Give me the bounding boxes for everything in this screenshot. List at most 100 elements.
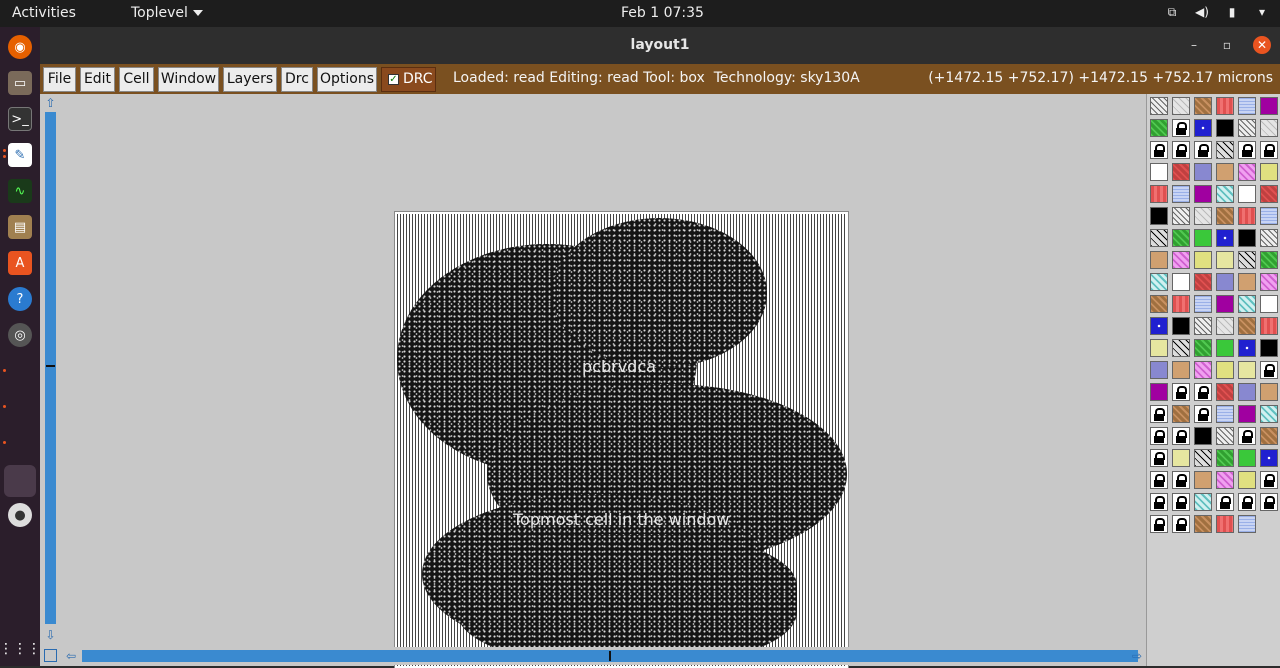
layer-swatch[interactable] [1216,163,1234,181]
layer-swatch[interactable] [1260,383,1278,401]
activities-button[interactable]: Activities [12,5,76,21]
maximize-icon[interactable]: ▫ [1218,36,1236,54]
layer-swatch[interactable] [1260,163,1278,181]
layer-swatch[interactable] [1238,97,1256,115]
layer-swatch[interactable] [1194,295,1212,313]
layer-swatch[interactable] [1194,339,1212,357]
layer-swatch[interactable] [1238,317,1256,335]
cell-layout[interactable]: pcbrvdca Topmost cell in the window [394,211,849,668]
layer-swatch[interactable] [1216,449,1234,467]
layer-swatch[interactable] [1194,493,1212,511]
menu-options[interactable]: Options [317,67,377,92]
layer-swatch[interactable] [1150,207,1168,225]
layer-swatch[interactable] [1216,317,1234,335]
layer-swatch[interactable] [1194,163,1212,181]
layer-swatch[interactable] [1238,273,1256,291]
layer-swatch[interactable] [1238,361,1256,379]
layer-swatch[interactable] [1172,449,1190,467]
files-icon[interactable]: ▭ [8,71,32,95]
layer-swatch[interactable] [1172,339,1190,357]
layer-swatch[interactable] [1238,185,1256,203]
lock-icon[interactable] [1150,427,1168,445]
network-icon[interactable]: ⧉ [1164,4,1180,20]
layer-swatch[interactable] [1172,229,1190,247]
layer-swatch[interactable] [1172,185,1190,203]
vertical-scrollbar[interactable]: ⇧ ⇩ [42,94,59,647]
layer-swatch[interactable] [1238,449,1256,467]
lock-icon[interactable] [1172,515,1190,533]
layer-swatch[interactable] [1150,97,1168,115]
close-icon[interactable]: ✕ [1253,36,1271,54]
layer-swatch[interactable] [1194,449,1212,467]
lock-icon[interactable] [1172,383,1190,401]
system-tray[interactable]: ⧉ ◀) ▮ ▾ [1164,4,1270,20]
text-editor-icon[interactable]: ✎ [8,143,32,167]
layer-swatch[interactable] [1194,515,1212,533]
lock-icon[interactable] [1172,471,1190,489]
layer-swatch[interactable] [1150,229,1168,247]
layer-swatch[interactable] [1260,97,1278,115]
layer-swatch[interactable] [1238,251,1256,269]
lock-icon[interactable] [1260,471,1278,489]
lock-icon[interactable] [1194,383,1212,401]
horizontal-scroll-thumb[interactable] [609,651,611,661]
layer-swatch[interactable] [1238,295,1256,313]
menu-layers[interactable]: Layers [223,67,277,92]
layer-swatch[interactable] [1216,119,1234,137]
window-titlebar[interactable]: layout1 – ▫ ✕ [40,27,1280,64]
layer-swatch[interactable] [1216,97,1234,115]
arrow-down-icon[interactable]: ⇩ [44,628,57,642]
firefox-icon[interactable]: ◉ [8,35,32,59]
system-monitor-icon[interactable]: ∿ [8,179,32,203]
menu-file[interactable]: File [43,67,76,92]
layer-swatch[interactable] [1238,119,1256,137]
vertical-scroll-thumb[interactable] [46,365,55,367]
layer-swatch[interactable] [1260,273,1278,291]
layer-swatch[interactable] [1216,361,1234,379]
arrow-up-icon[interactable]: ⇧ [44,96,57,110]
chevron-down-icon[interactable]: ▾ [1254,4,1270,20]
layer-swatch[interactable] [1172,207,1190,225]
menu-edit[interactable]: Edit [80,67,115,92]
layer-swatch[interactable] [1216,141,1234,159]
lock-icon[interactable] [1172,493,1190,511]
lock-icon[interactable] [1150,141,1168,159]
layer-swatch[interactable] [1194,273,1212,291]
lock-icon[interactable] [1238,427,1256,445]
layer-swatch[interactable] [1238,383,1256,401]
layer-swatch[interactable] [1172,273,1190,291]
layer-swatch[interactable] [1194,317,1212,335]
layout-canvas[interactable]: pcbrvdca Topmost cell in the window [60,94,1146,668]
show-apps-icon[interactable]: ⋮⋮⋮ [0,639,41,659]
layer-swatch[interactable] [1260,229,1278,247]
layer-swatch[interactable] [1172,361,1190,379]
layer-swatch[interactable] [1194,361,1212,379]
drc-toggle[interactable]: ✓ DRC [381,67,436,92]
clock[interactable]: Feb 1 07:35 [621,5,704,21]
layer-swatch[interactable] [1150,317,1168,335]
lock-icon[interactable] [1150,493,1168,511]
layer-swatch[interactable] [1260,251,1278,269]
layer-swatch[interactable] [1260,295,1278,313]
layer-swatch[interactable] [1194,119,1212,137]
lock-icon[interactable] [1150,471,1168,489]
layer-swatch[interactable] [1194,229,1212,247]
layer-swatch[interactable] [1150,295,1168,313]
lock-icon[interactable] [1194,141,1212,159]
layer-swatch[interactable] [1238,163,1256,181]
layer-swatch[interactable] [1216,405,1234,423]
lock-icon[interactable] [1238,493,1256,511]
lock-icon[interactable] [1260,493,1278,511]
vertical-scroll-track[interactable] [45,112,56,624]
lock-icon[interactable] [1150,515,1168,533]
layer-swatch[interactable] [1260,119,1278,137]
layer-swatch[interactable] [1216,185,1234,203]
layer-swatch[interactable] [1260,427,1278,445]
layer-swatch[interactable] [1238,471,1256,489]
layer-swatch[interactable] [1260,405,1278,423]
layer-swatch[interactable] [1194,427,1212,445]
app-menu[interactable]: Toplevel [131,5,203,21]
arrow-left-icon[interactable]: ⇦ [64,649,78,663]
layer-swatch[interactable] [1150,185,1168,203]
arrow-right-icon[interactable]: ⇨ [1130,649,1144,663]
